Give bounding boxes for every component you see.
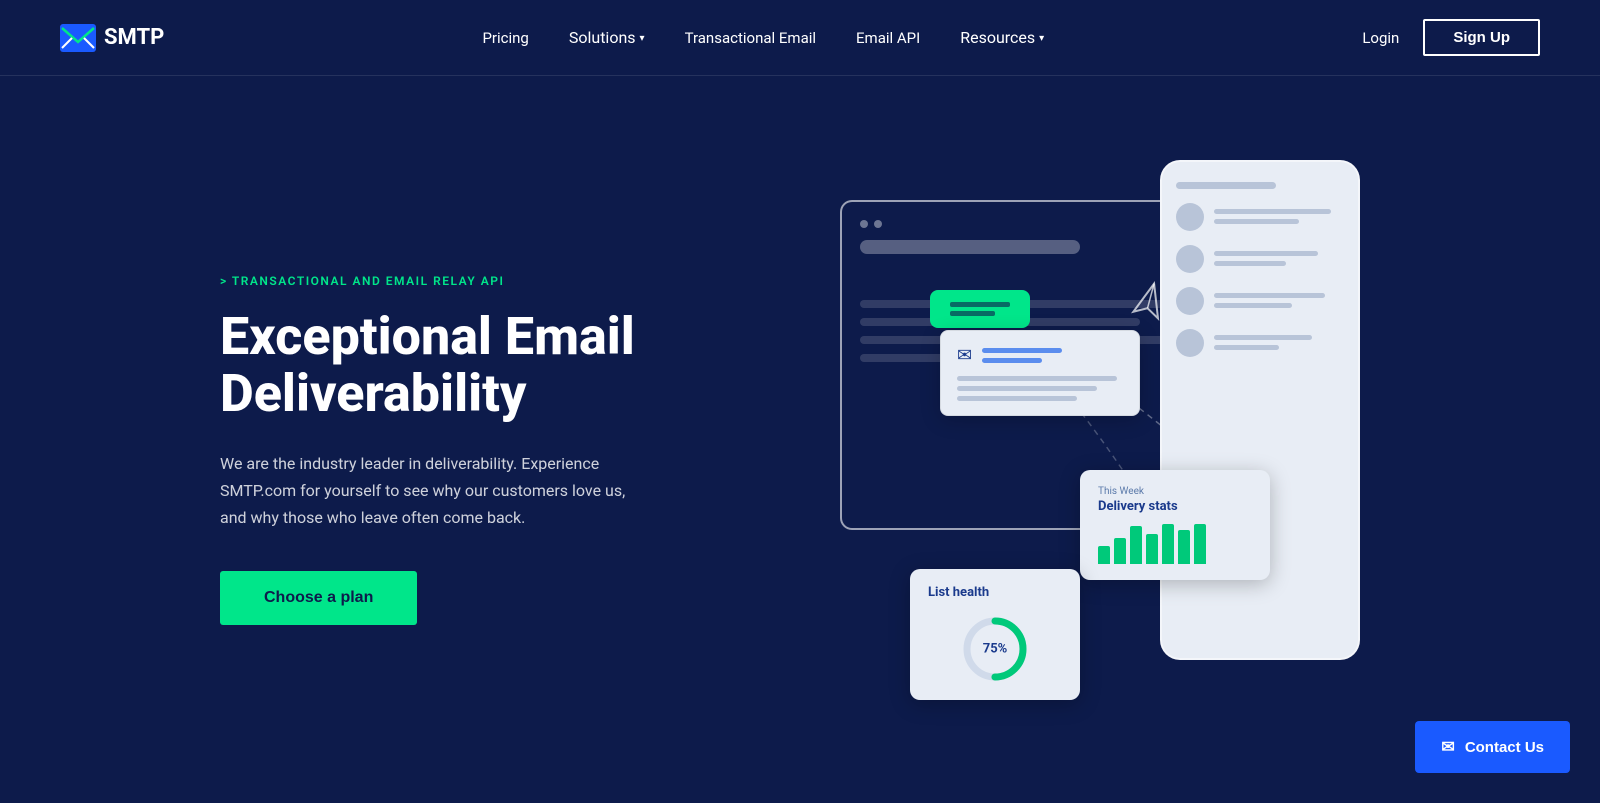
donut-chart: 75% [960,614,1030,684]
donut-wrapper: 75% [928,614,1062,684]
list-health-title: List health [928,585,1062,600]
hero-title: Exceptional Email Deliverability [220,308,740,422]
ec-line-3 [957,376,1117,381]
phone-avatar-3 [1176,287,1204,315]
email-send-card [930,290,1030,328]
nav-item-resources[interactable]: Resources ▾ [960,28,1044,47]
ec-line-5 [957,396,1077,401]
email-api-link[interactable]: Email API [856,29,920,47]
navbar: SMTP Pricing Solutions ▾ Transactional E… [0,0,1600,76]
chevron-down-icon-2: ▾ [1039,33,1044,44]
nav-links: Pricing Solutions ▾ Transactional Email … [482,28,1044,47]
hero-description: We are the industry leader in deliverabi… [220,450,640,532]
hero-left: > TRANSACTIONAL AND EMAIL RELAY API Exce… [220,274,740,626]
login-link[interactable]: Login [1362,29,1399,47]
p-line-6 [1214,303,1292,308]
hero-illustration: ✉ This Week Delivery stats [800,160,1380,740]
bar-4 [1146,534,1158,564]
email-card-lines-right [982,348,1062,363]
p-line-5 [1214,293,1325,298]
nav-item-email-api[interactable]: Email API [856,28,920,47]
dot-2 [874,220,882,228]
bar-6 [1178,530,1190,564]
logo-text: SMTP [104,25,164,50]
bar-7 [1194,524,1206,564]
phone-col-1 [1214,209,1344,224]
hero-eyebrow: > TRANSACTIONAL AND EMAIL RELAY API [220,274,740,288]
phone-col-3 [1214,293,1344,308]
contact-envelope-icon: ✉ [1441,737,1454,757]
email-icon-row: ✉ [957,345,1123,366]
bar-5 [1162,524,1174,564]
logo[interactable]: SMTP [60,24,164,52]
nav-actions: Login Sign Up [1362,19,1540,56]
phone-col-4 [1214,335,1344,350]
email-card: ✉ [940,330,1140,416]
hero-section: > TRANSACTIONAL AND EMAIL RELAY API Exce… [0,76,1600,803]
phone-row-3 [1176,287,1344,315]
phone-col-2 [1214,251,1344,266]
list-health-widget: List health 75% [910,569,1080,700]
hero-title-line1: Exceptional Email [220,306,635,367]
ec-line-4 [957,386,1097,391]
nav-item-solutions[interactable]: Solutions ▾ [569,28,645,47]
p-line-7 [1214,335,1312,340]
solutions-label: Solutions [569,28,636,47]
hero-title-line2: Deliverability [220,363,526,424]
contact-us-label: Contact Us [1465,739,1544,756]
p-line-8 [1214,345,1279,350]
p-line-3 [1214,251,1318,256]
send-line-2 [950,311,995,316]
bar-3 [1130,526,1142,564]
device-phone [1160,160,1360,660]
phone-avatar-1 [1176,203,1204,231]
phone-line-1 [1176,182,1276,189]
p-line-1 [1214,209,1331,214]
signup-button[interactable]: Sign Up [1423,19,1540,56]
send-line-1 [950,302,1010,307]
phone-row-1 [1176,203,1344,231]
contact-us-button[interactable]: ✉ Contact Us [1415,721,1570,773]
delivery-stats-title: Delivery stats [1098,499,1252,514]
dot-1 [860,220,868,228]
nav-item-transactional[interactable]: Transactional Email [685,28,816,47]
nav-item-pricing[interactable]: Pricing [482,28,528,47]
resources-label: Resources [960,28,1035,47]
p-line-4 [1214,261,1286,266]
email-card-body-lines [957,376,1123,401]
ec-line-1 [982,348,1062,353]
delivery-week-label: This Week [1098,486,1252,497]
pricing-link[interactable]: Pricing [482,29,528,47]
bar-1 [1098,546,1110,564]
ec-line-2 [982,358,1042,363]
laptop-search-bar [860,240,1080,254]
choose-plan-button[interactable]: Choose a plan [220,571,417,625]
bar-2 [1114,538,1126,564]
chevron-down-icon: ▾ [640,33,645,44]
phone-row-4 [1176,329,1344,357]
phone-avatar-2 [1176,245,1204,273]
p-line-2 [1214,219,1299,224]
phone-row-2 [1176,245,1344,273]
phone-avatar-4 [1176,329,1204,357]
envelope-icon: ✉ [957,345,972,366]
solutions-dropdown[interactable]: Solutions ▾ [569,28,645,47]
transactional-link[interactable]: Transactional Email [685,29,816,47]
resources-dropdown[interactable]: Resources ▾ [960,28,1044,47]
delivery-bar-chart [1098,524,1252,564]
donut-percent: 75% [983,641,1008,656]
logo-icon [60,24,96,52]
delivery-stats-widget: This Week Delivery stats [1080,470,1270,580]
email-send-lines [950,302,1010,316]
